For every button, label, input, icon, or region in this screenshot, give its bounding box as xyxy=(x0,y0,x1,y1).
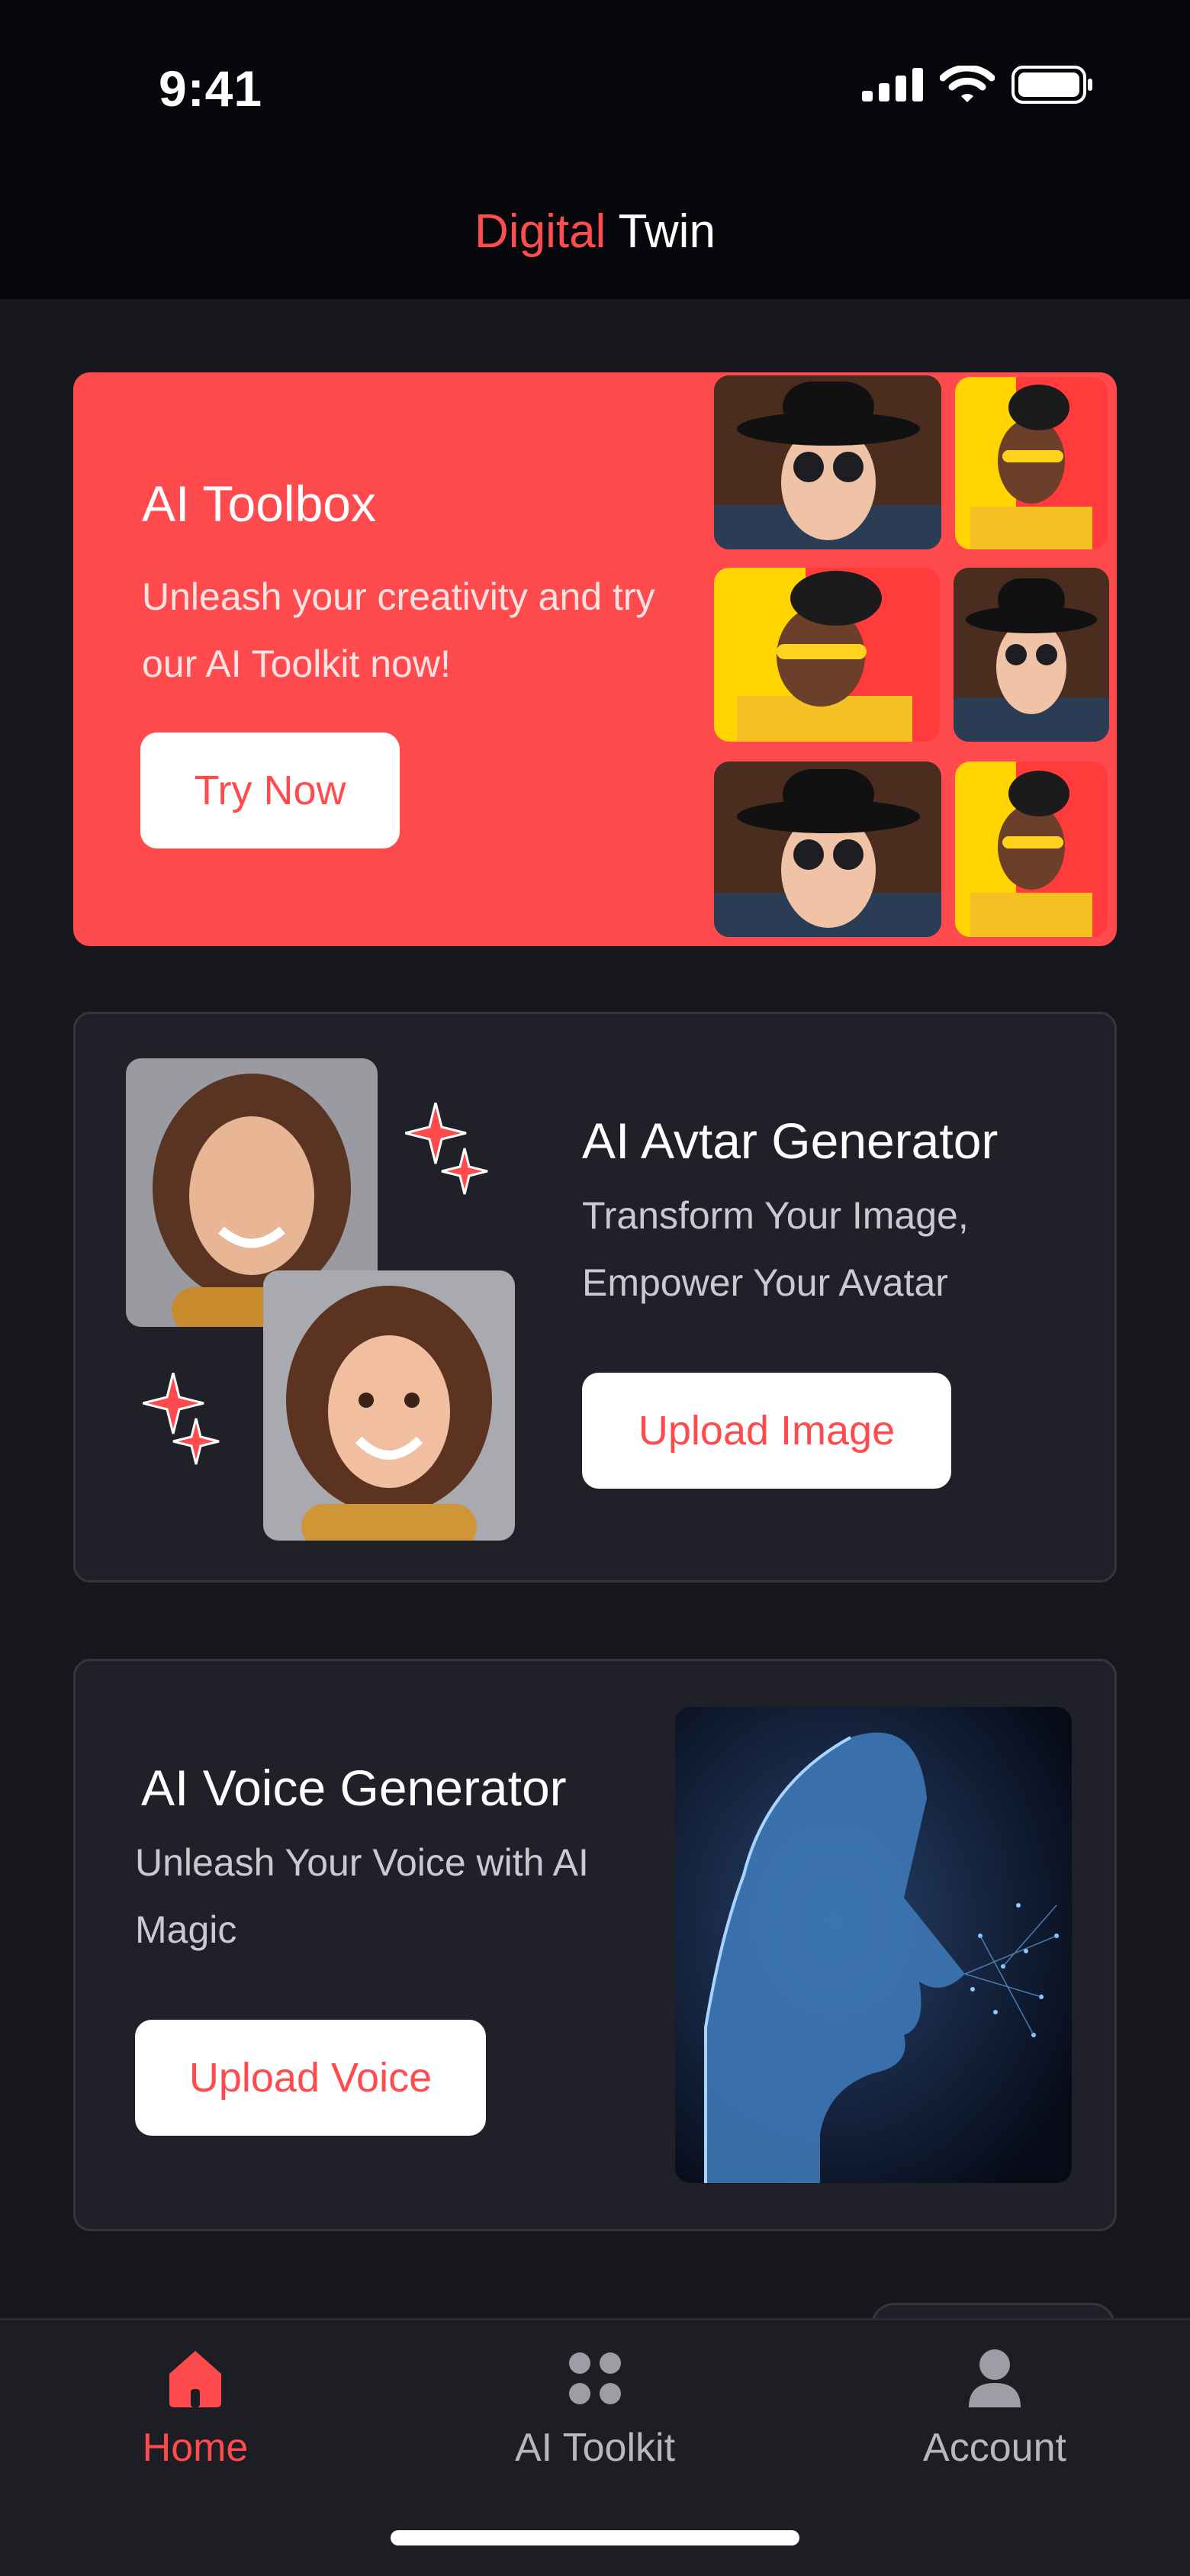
ai-voice-generator-card: AI Voice Generator Unleash Your Voice wi… xyxy=(73,1659,1117,2231)
page-title: Digital Twin xyxy=(0,204,1190,259)
sparkle-icon xyxy=(405,1103,488,1195)
portrait-woman-yellow-2 xyxy=(714,568,940,742)
grid-dots-icon xyxy=(569,2352,621,2404)
portrait-man-hat-1 xyxy=(714,375,941,549)
upload-image-button[interactable]: Upload Image xyxy=(582,1373,951,1489)
toolbox-title: AI Toolbox xyxy=(142,475,376,532)
avatar-photo-generated xyxy=(263,1270,515,1541)
toolbox-subtitle: Unleash your creativity and try our AI T… xyxy=(142,575,655,685)
ai-toolbox-card: AI Toolbox Unleash your creativity and t… xyxy=(73,372,1117,946)
wifi-icon xyxy=(940,66,995,102)
portrait-man-hat-3 xyxy=(714,762,941,937)
user-icon xyxy=(969,2349,1021,2407)
top-bar: 9:41 Digital Twin xyxy=(0,0,1190,299)
voice-title: AI Voice Generator xyxy=(141,1760,567,1816)
tab-account-label: Account xyxy=(923,2426,1066,2470)
status-icons xyxy=(862,66,1094,104)
tab-account[interactable]: Account xyxy=(857,2346,1132,2471)
tab-home[interactable]: Home xyxy=(58,2346,333,2471)
tab-home-label: Home xyxy=(142,2426,249,2470)
title-accent: Digital xyxy=(474,205,606,258)
tab-ai-toolkit-label: AI Toolkit xyxy=(514,2426,676,2470)
status-time: 9:41 xyxy=(159,60,263,117)
upload-voice-button[interactable]: Upload Voice xyxy=(135,2020,486,2136)
sparkle-icon xyxy=(143,1373,220,1465)
try-now-button[interactable]: Try Now xyxy=(140,733,400,848)
portrait-woman-yellow-3 xyxy=(955,762,1108,937)
home-indicator xyxy=(391,2530,799,2545)
voice-subtitle: Unleash Your Voice with AI Magic xyxy=(135,1841,589,1951)
avatar-subtitle: Transform Your Image, Empower Your Avata… xyxy=(582,1194,969,1304)
ai-avatar-generator-card: AI Avtar Generator Transform Your Image,… xyxy=(73,1012,1117,1583)
portrait-woman-yellow-1 xyxy=(955,377,1108,549)
avatar-title: AI Avtar Generator xyxy=(582,1113,999,1169)
tab-ai-toolkit[interactable]: AI Toolkit xyxy=(458,2346,732,2471)
home-icon xyxy=(169,2351,221,2407)
title-rest: Twin xyxy=(606,205,716,258)
voice-face-image xyxy=(675,1707,1072,2183)
cellular-signal-icon xyxy=(862,68,923,101)
portrait-man-hat-2 xyxy=(954,568,1109,742)
battery-icon xyxy=(1011,66,1092,104)
